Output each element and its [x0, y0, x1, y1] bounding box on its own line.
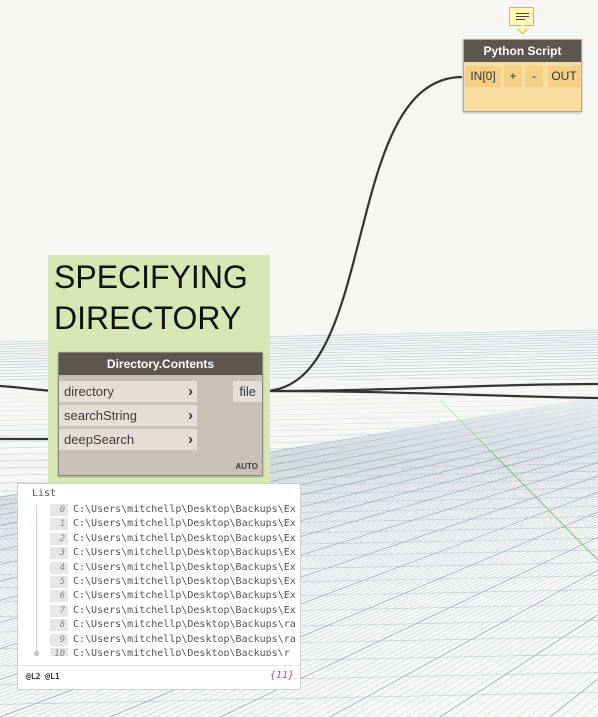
- group-title: SPECIFYING DIRECTORY: [54, 259, 248, 336]
- lacing-indicator: AUTO: [235, 462, 258, 471]
- list-item-path: C:\Users\mitchellp\Desktop\Backups\Ex: [73, 518, 296, 530]
- list-item: 0 C:\Users\mitchellp\Desktop\Backups\Ex: [50, 503, 296, 517]
- list-item-path: C:\Users\mitchellp\Desktop\Backups\Ex: [73, 504, 296, 515]
- input-port-searchstring[interactable]: searchString ›: [59, 405, 197, 426]
- list-levels: @L2 @L1: [26, 672, 60, 681]
- list-item: 2 C:\Users\mitchellp\Desktop\Backups\Ex: [50, 532, 296, 546]
- list-item: 4 C:\Users\mitchellp\Desktop\Backups\Ex: [50, 561, 296, 575]
- list-item-index: 5: [50, 576, 68, 588]
- add-input-button[interactable]: +: [504, 66, 522, 87]
- list-item-path: C:\Users\mitchellp\Desktop\Backups\ra: [73, 633, 296, 645]
- list-item-index: 3: [50, 547, 68, 560]
- list-item-index: 2: [50, 532, 68, 545]
- list-item-path: C:\Users\mitchellp\Desktop\Backups\ra: [73, 619, 296, 631]
- node-preview-bubble[interactable]: List 0 C:\Users\mitchellp\Desktop\Backups…: [17, 483, 301, 690]
- list-item-path: C:\Users\mitchellp\Desktop\Backups\Ex: [73, 604, 296, 616]
- remove-input-button[interactable]: -: [525, 66, 543, 87]
- list-item-path: C:\Users\mitchellp\Desktop\Backups\Ex: [73, 532, 296, 544]
- list-item: 8 C:\Users\mitchellp\Desktop\Backups\ra: [50, 618, 296, 632]
- list-item: 10 C:\Users\mitchellp\Desktop\Backups\r: [50, 647, 290, 656]
- port-label: file: [239, 384, 256, 399]
- list-item-index: 9: [50, 633, 68, 646]
- list-item-index: 4: [50, 561, 68, 574]
- list-item: 3 C:\Users\mitchellp\Desktop\Backups\Ex: [50, 546, 296, 560]
- list-item-path: C:\Users\mitchellp\Desktop\Backups\Ex: [73, 547, 296, 559]
- input-port-directory[interactable]: directory ›: [59, 381, 197, 402]
- node-title: Python Script: [464, 40, 581, 62]
- output-port-out[interactable]: OUT: [548, 66, 580, 87]
- chevron-right-icon: ›: [188, 407, 193, 424]
- port-label: deepSearch: [64, 432, 135, 447]
- list-item-index: 6: [50, 590, 68, 603]
- list-item: 7 C:\Users\mitchellp\Desktop\Backups\Ex: [50, 604, 296, 618]
- list-item-path: C:\Users\mitchellp\Desktop\Backups\Ex: [73, 576, 296, 587]
- list-item: 6 C:\Users\mitchellp\Desktop\Backups\Ex: [50, 589, 296, 603]
- python-script-node[interactable]: Python Script IN[0] + - OUT: [463, 39, 582, 112]
- input-port-in0[interactable]: IN[0]: [465, 66, 501, 87]
- list-item: 9 C:\Users\mitchellp\Desktop\Backups\ra: [50, 633, 296, 647]
- chevron-right-icon: ›: [188, 431, 193, 448]
- preview-list-title: List: [32, 488, 57, 499]
- preview-list[interactable]: 0 C:\Users\mitchellp\Desktop\Backups\Ex 1 C…: [32, 503, 300, 656]
- list-item-index: 10: [50, 648, 68, 656]
- port-label: directory: [64, 384, 114, 399]
- list-item-index: 0: [50, 504, 68, 516]
- list-item-index: 1: [50, 518, 68, 531]
- list-item: 5 C:\Users\mitchellp\Desktop\Backups\Ex: [50, 575, 296, 589]
- list-item-index: 7: [50, 604, 68, 617]
- directory-contents-node[interactable]: Directory.Contents directory › searchStr…: [58, 352, 263, 476]
- list-item-path: C:\Users\mitchellp\Desktop\Backups\Ex: [73, 590, 296, 602]
- note-icon[interactable]: [509, 7, 534, 26]
- list-item: 1 C:\Users\mitchellp\Desktop\Backups\Ex: [50, 517, 296, 531]
- list-depth-bar: [34, 505, 39, 656]
- port-label: searchString: [64, 408, 137, 423]
- preview-footer: @L2 @L1 {11}: [18, 665, 300, 689]
- chevron-right-icon: ›: [188, 383, 193, 400]
- node-title: Directory.Contents: [59, 353, 262, 375]
- output-port-file[interactable]: file: [233, 381, 262, 402]
- list-item-path: C:\Users\mitchellp\Desktop\Backups\Ex: [73, 561, 296, 573]
- input-port-deepsearch[interactable]: deepSearch ›: [59, 429, 197, 450]
- item-count: {11}: [269, 670, 294, 681]
- list-item-path: C:\Users\mitchellp\Desktop\Backups\r: [73, 648, 290, 656]
- list-item-index: 8: [50, 619, 68, 632]
